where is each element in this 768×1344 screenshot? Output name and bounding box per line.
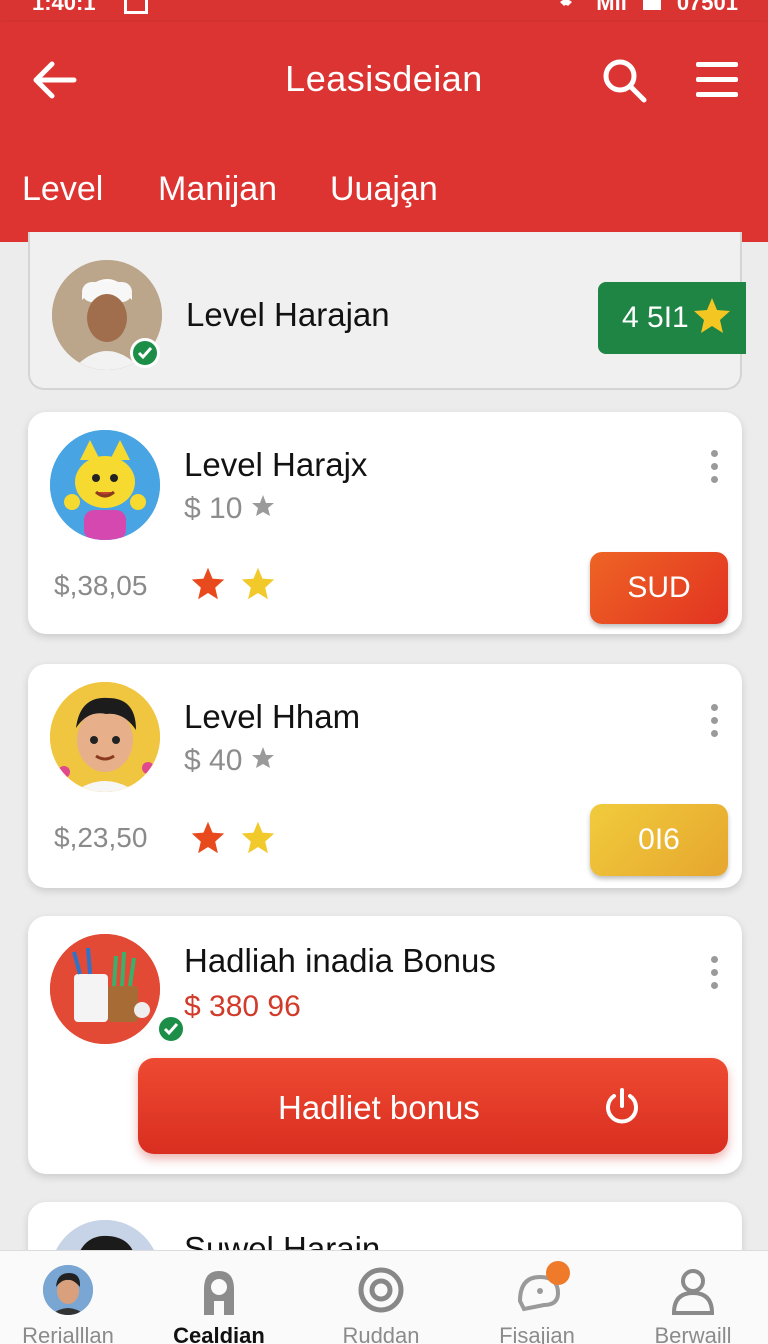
boy-avatar: [50, 682, 160, 792]
more-options-icon[interactable]: [710, 450, 720, 484]
level-card[interactable]: Level Harajx $ 10 $,38,05 SUD: [28, 412, 742, 634]
nav-item-rerialllan[interactable]: Rerialllan: [0, 1251, 143, 1344]
bonus-amount: $ 380 96: [184, 990, 301, 1023]
level-card-featured[interactable]: Level Harajan 4 5I1: [28, 232, 746, 390]
status-right-text: 07501: [676, 0, 738, 15]
cat-character-icon: [50, 430, 160, 540]
016-button[interactable]: 0I6: [590, 804, 728, 876]
wifi-icon: [558, 0, 575, 6]
bonus-button-label: Hadliet bonus: [278, 1089, 480, 1126]
bird-icon: [517, 1261, 570, 1312]
tab-bar: Level Manijan Uuaja̧n: [0, 140, 768, 242]
nav-label: Rerialllan: [22, 1323, 114, 1344]
nav-item-fisajian[interactable]: Fisajian: [462, 1251, 612, 1344]
card-price: $,38,05: [54, 570, 148, 601]
card-title: Hadliah inadia Bonus: [184, 942, 496, 979]
subtitle-value: $ 40: [184, 744, 243, 777]
supplies-icon: [50, 934, 160, 1044]
card-title: Level Harajan: [186, 296, 390, 333]
status-time: 1:40:1: [32, 0, 96, 15]
cartoon-cat-avatar: [50, 430, 160, 540]
carrier-label: Mil: [596, 0, 627, 15]
nav-label: Cealdian: [173, 1323, 265, 1344]
tab-level[interactable]: Level: [22, 170, 103, 209]
status-icons: Mil 07501: [552, 0, 738, 16]
notification-icon: [124, 0, 148, 14]
more-options-icon[interactable]: [710, 956, 720, 990]
orange-star-icon: [191, 821, 225, 854]
star-icon: [694, 298, 730, 333]
card-price: $,23,50: [54, 822, 148, 853]
search-icon[interactable]: [600, 56, 648, 104]
tab-manijan[interactable]: Manijan: [158, 170, 277, 209]
card-title: Level Harajx: [184, 446, 368, 483]
card-subtitle: $ 40: [184, 744, 275, 778]
power-icon: [606, 1088, 638, 1124]
yellow-star-icon: [241, 567, 275, 600]
boy-character-icon: [50, 682, 160, 792]
rating-stars: [190, 820, 276, 856]
sud-button[interactable]: SUD: [590, 552, 728, 624]
nav-item-ruddan[interactable]: Ruddan: [306, 1251, 456, 1344]
rating-stars: [190, 566, 276, 602]
level-card[interactable]: Level Hham $ 40 $,23,50 0I6: [28, 664, 742, 888]
bonus-card[interactable]: Hadliah inadia Bonus $ 380 96 Hadliet bo…: [28, 916, 742, 1174]
gray-star-icon: [251, 495, 274, 516]
claim-bonus-button[interactable]: Hadliet bonus: [138, 1058, 728, 1154]
nav-label: Ruddan: [342, 1323, 420, 1344]
hamburger-menu-icon[interactable]: [694, 58, 740, 102]
page-title: Leasisdeian: [285, 58, 483, 99]
card-title: Level Hham: [184, 698, 361, 735]
badge-value: 4 5I1: [622, 301, 689, 334]
more-options-icon[interactable]: [710, 704, 720, 738]
profile-icon: [671, 1269, 715, 1315]
nav-label: Fisajian: [499, 1323, 575, 1344]
subtitle-value: $ 10: [184, 492, 243, 525]
card-subtitle: $ 10: [184, 492, 275, 526]
target-icon: [358, 1267, 404, 1313]
verified-check-icon: [156, 1014, 186, 1044]
orange-star-icon: [191, 567, 225, 600]
avatar-icon: [43, 1265, 93, 1315]
level-score-badge: 4 5I1: [598, 282, 746, 354]
bottom-navigation: Rerialllan Cealdian Ruddan Fisajian Berw…: [0, 1250, 768, 1344]
nav-label: Berwaill: [654, 1323, 732, 1344]
status-bar: 1:40:1 Mil 07501: [0, 0, 768, 22]
gray-star-icon: [251, 747, 274, 768]
bonus-avatar: [50, 934, 160, 1044]
person-icon: [204, 1271, 234, 1315]
yellow-star-icon: [241, 821, 275, 854]
nav-item-berwaill[interactable]: Berwaill: [618, 1251, 768, 1344]
nav-item-cealdian[interactable]: Cealdian: [144, 1251, 294, 1344]
tab-uuajan[interactable]: Uuaja̧n: [330, 170, 438, 209]
app-bar: Leasisdeian: [0, 22, 768, 140]
verified-check-icon: [130, 338, 160, 368]
battery-icon: [642, 0, 661, 10]
